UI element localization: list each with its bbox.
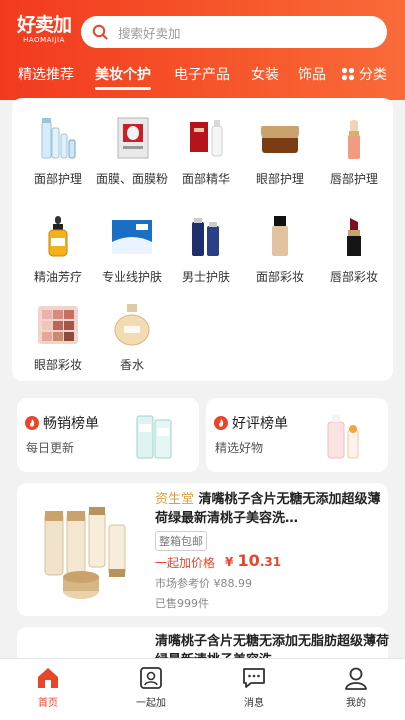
category-label: 眼部护理: [255, 172, 304, 186]
category-label: 唇部护理: [329, 172, 378, 186]
tab-electronics[interactable]: 电子产品: [174, 64, 230, 84]
category-grid: 面部护理 面膜、面膜粉 面部精华 眼部护理 唇部护理 精油芳疗 专业线护肤 男士…: [12, 98, 393, 381]
active-tab-indicator: [95, 87, 151, 90]
product-image-skincare-set: [44, 507, 126, 599]
category-label: 眼部彩妆: [33, 358, 82, 372]
nav-home[interactable]: 首页: [8, 659, 88, 720]
category-label: 香水: [119, 358, 144, 372]
bottom-nav: 首页 一起加 消息 我的: [0, 658, 405, 720]
contact-card-icon: [140, 667, 162, 689]
category-label: 面部彩妆: [255, 270, 304, 284]
foundation-bottle-icon: [272, 216, 288, 256]
tab-beauty[interactable]: 美妆个护: [95, 64, 151, 84]
logo-subtext: HAOMAIJIA: [23, 36, 65, 44]
category-label: 男士护肤: [181, 270, 230, 284]
tab-categories[interactable]: 分类: [359, 64, 387, 84]
logo-text: 好卖加: [16, 14, 72, 36]
serum-bottle-icon: [190, 120, 223, 157]
user-icon: [345, 667, 367, 690]
toner-bottles-icon: [41, 118, 76, 159]
market-reference-price: 市场参考价 ¥88.99: [155, 577, 252, 590]
search-placeholder: 搜索好卖加: [118, 26, 181, 41]
flame-icon: [25, 416, 39, 430]
nav-label: 一起加: [136, 698, 166, 709]
category-label: 专业线护肤: [101, 270, 162, 284]
nav-label: 首页: [38, 698, 58, 709]
shipping-badge: 整箱包邮: [155, 531, 207, 551]
app-logo[interactable]: 好卖加 HAOMAIJIA: [14, 14, 74, 44]
search-icon: [92, 24, 108, 40]
professional-skincare-box-icon: [112, 220, 152, 254]
home-icon: [38, 668, 58, 688]
ranking-subtitle: 每日更新: [26, 441, 75, 455]
top-rated-ranking-card[interactable]: 好评榜单 精选好物: [206, 398, 388, 472]
eye-cream-jar-icon: [261, 126, 299, 153]
nav-label: 消息: [244, 698, 264, 709]
ranking-subtitle: 精选好物: [215, 441, 264, 455]
sold-count: 已售999件: [155, 597, 209, 610]
nav-label: 我的: [346, 698, 366, 709]
tab-womens-clothing[interactable]: 女装: [251, 64, 279, 84]
toner-bottles-icon: [136, 415, 172, 459]
price: ¥ 10.31: [225, 551, 281, 570]
ranking-title: 好评榜单: [232, 416, 288, 432]
face-mask-box-icon: [117, 117, 149, 159]
cosmetic-bottles-icon: [327, 414, 359, 459]
price-decimal: .31: [259, 555, 282, 569]
category-label: 唇部彩妆: [329, 270, 378, 284]
price-currency: ¥: [225, 555, 234, 569]
mens-skincare-bottles-icon: [192, 218, 219, 256]
eyeshadow-palette-icon: [38, 306, 78, 344]
price-integer: 10: [237, 551, 260, 570]
price-label: 一起加价格: [155, 556, 216, 570]
category-label: 精油芳疗: [33, 270, 82, 284]
product-title: 资生堂 清嘴桃子含片无糖无添加超级薄荷绿最新清桃子美容洗…: [155, 490, 389, 528]
flame-icon: [214, 416, 228, 430]
lip-balm-icon: [348, 120, 360, 159]
app-header: 好卖加 HAOMAIJIA 搜索好卖加 精选推荐 美妆个护 电子产品 女装 饰品…: [0, 0, 405, 100]
tab-featured[interactable]: 精选推荐: [18, 64, 74, 84]
bestseller-ranking-card[interactable]: 畅销榜单 每日更新: [17, 398, 199, 472]
category-label: 面部护理: [33, 172, 82, 186]
lipstick-icon: [347, 218, 361, 256]
category-tabs: 精选推荐 美妆个护 电子产品 女装 饰品 分类: [0, 60, 405, 92]
nav-messages[interactable]: 消息: [214, 659, 294, 720]
perfume-bottle-icon: [114, 304, 150, 346]
tab-accessories[interactable]: 饰品: [298, 64, 326, 84]
nav-together[interactable]: 一起加: [111, 659, 191, 720]
essential-oil-dropper-icon: [48, 216, 68, 257]
ranking-title: 畅销榜单: [43, 416, 99, 432]
search-input[interactable]: 搜索好卖加: [81, 16, 387, 48]
message-icon: [243, 668, 265, 688]
grid-dots-icon[interactable]: [341, 67, 355, 81]
category-label: 面部精华: [181, 172, 230, 186]
nav-profile[interactable]: 我的: [316, 659, 396, 720]
product-card[interactable]: 资生堂 清嘴桃子含片无糖无添加超级薄荷绿最新清桃子美容洗… 整箱包邮 一起加价格…: [17, 483, 388, 616]
product-brand: 资生堂: [155, 492, 195, 507]
category-label: 面膜、面膜粉: [95, 172, 168, 186]
